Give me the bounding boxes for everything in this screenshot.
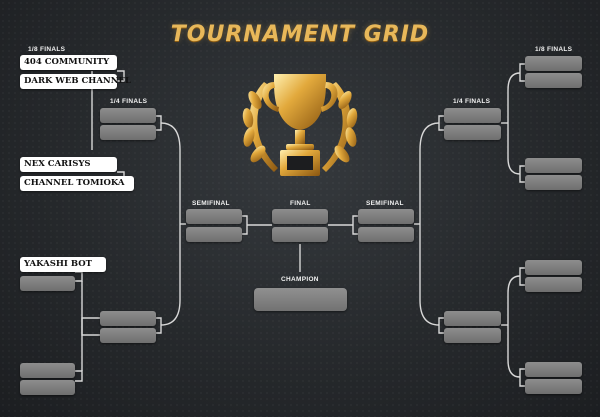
empty-team-slot[interactable]: [444, 108, 501, 123]
team-slot-nex-carisys[interactable]: NEX CARISYS: [20, 157, 117, 172]
empty-team-slot[interactable]: [525, 56, 582, 71]
empty-team-slot[interactable]: [525, 158, 582, 173]
empty-team-slot[interactable]: [20, 276, 75, 291]
empty-team-slot[interactable]: [20, 363, 75, 378]
empty-team-slot[interactable]: [444, 328, 501, 343]
empty-team-slot[interactable]: [20, 380, 75, 395]
team-slot-channel-tomioka[interactable]: CHANNEL TOMIOKA: [20, 176, 134, 191]
empty-team-slot[interactable]: [186, 209, 242, 224]
empty-team-slot[interactable]: [100, 125, 156, 140]
label-right-semifinal: SEMIFINAL: [366, 200, 404, 207]
label-final: FINAL: [290, 200, 311, 207]
empty-team-slot[interactable]: [525, 277, 582, 292]
trophy-icon: [242, 74, 358, 176]
team-slot-404-community[interactable]: 404 COMMUNITY: [20, 55, 117, 70]
empty-team-slot[interactable]: [525, 379, 582, 394]
empty-team-slot[interactable]: [100, 108, 156, 123]
empty-team-slot[interactable]: [525, 260, 582, 275]
empty-team-slot[interactable]: [444, 125, 501, 140]
empty-team-slot[interactable]: [358, 209, 414, 224]
empty-team-slot[interactable]: [100, 328, 156, 343]
empty-team-slot[interactable]: [272, 227, 328, 242]
label-right-eighth-finals: 1/8 FINALS: [535, 46, 573, 53]
empty-team-slot[interactable]: [525, 362, 582, 377]
empty-team-slot[interactable]: [444, 311, 501, 326]
empty-team-slot[interactable]: [525, 175, 582, 190]
empty-team-slot[interactable]: [186, 227, 242, 242]
label-left-eighth-finals: 1/8 FINALS: [28, 46, 66, 53]
empty-team-slot[interactable]: [100, 311, 156, 326]
empty-team-slot[interactable]: [272, 209, 328, 224]
label-champion: CHAMPION: [281, 276, 319, 283]
label-left-quarter-finals: 1/4 FINALS: [110, 98, 148, 105]
team-slot-dark-web-channel[interactable]: DARK WEB CHANNEL: [20, 74, 131, 89]
label-left-semifinal: SEMIFINAL: [192, 200, 230, 207]
team-slot-yakashi-bot[interactable]: YAKASHI BOT: [20, 257, 106, 272]
empty-team-slot[interactable]: [358, 227, 414, 242]
label-right-quarter-finals: 1/4 FINALS: [453, 98, 491, 105]
trophy-plaque: [287, 156, 313, 170]
champion-slot[interactable]: [254, 288, 347, 311]
empty-team-slot[interactable]: [525, 73, 582, 88]
